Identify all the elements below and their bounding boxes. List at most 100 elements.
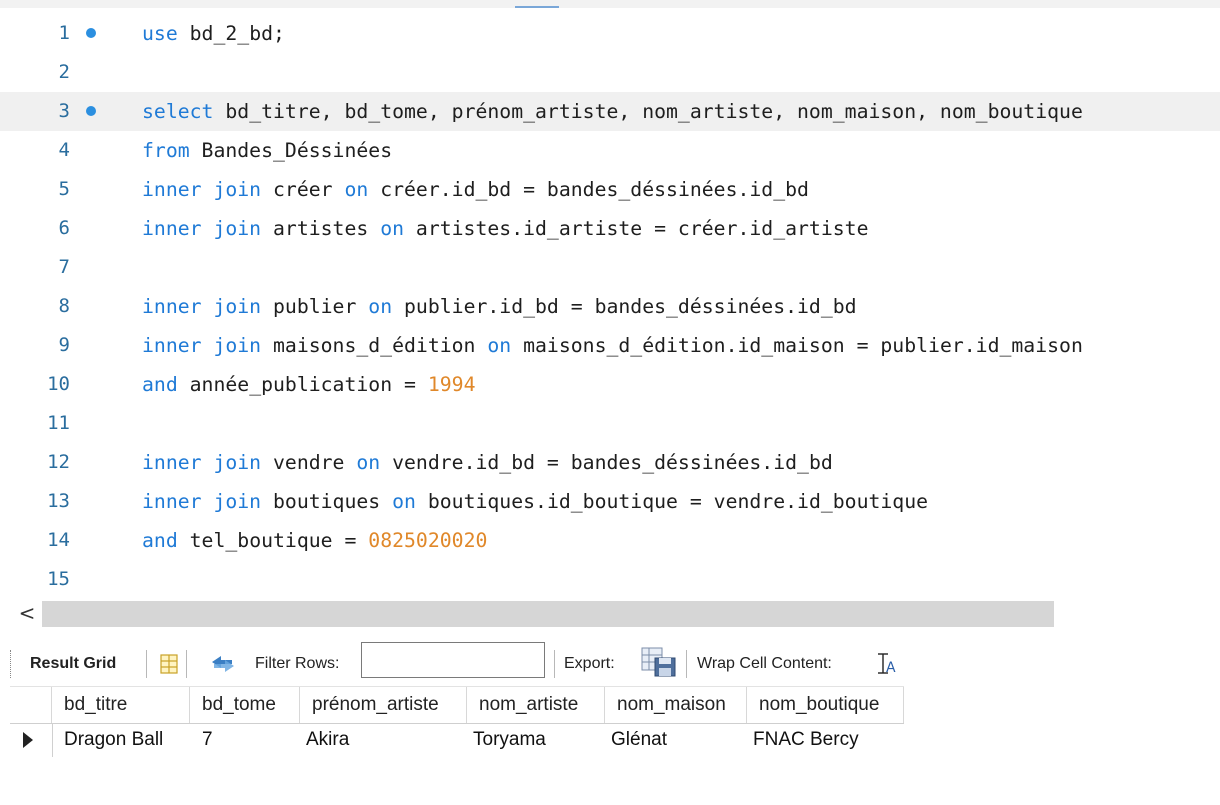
line-number: 14	[47, 529, 70, 551]
code-line[interactable]: 11	[0, 404, 1220, 443]
sql-keyword: and	[142, 529, 178, 552]
current-row-arrow-icon	[10, 723, 53, 757]
table-row[interactable]: Dragon Ball 7 Akira Toryama Glénat FNAC …	[10, 723, 904, 757]
code-line[interactable]: 10 and année_publication = 1994	[0, 365, 1220, 404]
sql-text: boutiques.id_boutique = vendre.id_boutiq…	[415, 490, 929, 513]
sql-text: bd_2_bd;	[177, 22, 285, 45]
grid-icon[interactable]	[160, 654, 178, 674]
code-line[interactable]: 2	[0, 53, 1220, 92]
scroll-thumb[interactable]	[42, 601, 1054, 627]
line-number: 3	[58, 100, 70, 122]
sql-text: boutiques	[261, 490, 393, 513]
sql-keyword: on	[344, 178, 369, 201]
code-line[interactable]: 1 use bd_2_bd;	[0, 14, 1220, 53]
wrap-cell-label: Wrap Cell Content:	[697, 655, 832, 672]
scroll-left-arrow[interactable]: <	[14, 600, 40, 628]
sql-text: bd_titre, bd_tome, prénom_artiste, nom_a…	[213, 100, 1083, 123]
svg-text:A: A	[886, 660, 896, 676]
code-line[interactable]: 15	[0, 560, 1220, 599]
sql-keyword: inner join	[142, 334, 262, 357]
wrap-text-icon[interactable]: A	[876, 652, 898, 676]
line-number: 13	[47, 490, 70, 512]
export-icon[interactable]	[641, 646, 677, 678]
table-cell[interactable]: 7	[196, 723, 300, 757]
sql-number: 1994	[427, 373, 476, 396]
line-number: 9	[58, 334, 70, 356]
line-number: 2	[58, 61, 70, 83]
code-line[interactable]: 6 inner join artistes on artistes.id_arti…	[0, 209, 1220, 248]
sql-keyword: and	[142, 373, 178, 396]
code-line[interactable]: 5 inner join créer on créer.id_bd = bande…	[0, 170, 1220, 209]
statement-marker-icon[interactable]	[86, 28, 96, 38]
code-text[interactable]: inner join vendre on vendre.id_bd = band…	[142, 443, 833, 482]
sql-keyword: from	[142, 139, 190, 162]
table-cell[interactable]: FNAC Bercy	[747, 723, 904, 757]
code-text[interactable]: inner join boutiques on boutiques.id_bou…	[142, 482, 928, 521]
result-toolbar: Result Grid Filter Rows: Export: Wrap Ce…	[10, 642, 1220, 686]
sql-keyword: on	[392, 490, 416, 513]
line-number: 8	[58, 295, 70, 317]
sql-keyword: inner join	[142, 490, 262, 513]
sql-text: artistes	[261, 217, 381, 240]
table-cell[interactable]: Dragon Ball	[58, 723, 190, 757]
editor-top-strip	[0, 0, 1220, 8]
sql-text: créer	[261, 178, 345, 201]
statement-marker-icon[interactable]	[86, 106, 96, 116]
code-text[interactable]: inner join maisons_d_édition on maisons_…	[142, 326, 1083, 365]
line-number: 4	[58, 139, 70, 161]
sql-text: Bandes_Déssinées	[189, 139, 393, 162]
sql-text: créer.id_bd = bandes_déssinées.id_bd	[368, 178, 809, 201]
table-cell[interactable]: Akira	[300, 723, 467, 757]
code-line[interactable]: 9 inner join maisons_d_édition on maisons…	[0, 326, 1220, 365]
line-number: 6	[58, 217, 70, 239]
sql-keyword: select	[142, 100, 214, 123]
sql-text: publier.id_bd = bandes_déssinées.id_bd	[392, 295, 857, 318]
sql-text: artistes.id_artiste = créer.id_artiste	[404, 217, 869, 240]
code-text[interactable]: inner join artistes on artistes.id_artis…	[142, 209, 868, 248]
export-label: Export:	[564, 655, 615, 672]
result-grid-label[interactable]: Result Grid	[30, 642, 116, 686]
line-number: 11	[47, 412, 70, 434]
column-header[interactable]: bd_tome	[190, 687, 300, 723]
toolbar-separator	[146, 650, 147, 678]
column-header[interactable]: nom_maison	[605, 687, 747, 723]
sql-text: publier	[261, 295, 369, 318]
code-text[interactable]: and année_publication = 1994	[142, 365, 475, 404]
code-line[interactable]: 14 and tel_boutique = 0825020020	[0, 521, 1220, 560]
tab-indicator	[515, 0, 559, 8]
code-text[interactable]: select bd_titre, bd_tome, prénom_artiste…	[142, 92, 1083, 131]
toolbar-grip	[10, 650, 13, 678]
code-line[interactable]: 8 inner join publier on publier.id_bd = b…	[0, 287, 1220, 326]
code-line[interactable]: 4 from Bandes_Déssinées	[0, 131, 1220, 170]
filter-rows-input[interactable]	[361, 642, 545, 678]
column-header[interactable]: nom_boutique	[747, 687, 904, 723]
code-line[interactable]: 3 select bd_titre, bd_tome, prénom_artist…	[0, 92, 1220, 131]
sql-text: vendre	[261, 451, 357, 474]
toolbar-separator	[186, 650, 187, 678]
code-text[interactable]: inner join publier on publier.id_bd = ba…	[142, 287, 857, 326]
sql-keyword: inner join	[142, 451, 262, 474]
code-line[interactable]: 7	[0, 248, 1220, 287]
toolbar-separator	[554, 650, 555, 678]
sql-keyword: inner join	[142, 178, 262, 201]
code-text[interactable]: and tel_boutique = 0825020020	[142, 521, 487, 560]
code-text[interactable]: inner join créer on créer.id_bd = bandes…	[142, 170, 809, 209]
horizontal-scrollbar[interactable]: <	[0, 600, 1220, 628]
line-number: 5	[58, 178, 70, 200]
sql-editor[interactable]: 1 use bd_2_bd; 2 3 select bd_titre, bd_tome,…	[0, 14, 1220, 600]
column-header[interactable]: bd_titre	[52, 687, 190, 723]
sql-keyword: on	[368, 295, 393, 318]
table-cell[interactable]: Toryama	[467, 723, 605, 757]
code-line[interactable]: 12 inner join vendre on vendre.id_bd = ba…	[0, 443, 1220, 482]
column-header[interactable]: nom_artiste	[467, 687, 605, 723]
code-text[interactable]: from Bandes_Déssinées	[142, 131, 392, 170]
code-line[interactable]: 13 inner join boutiques on boutiques.id_b…	[0, 482, 1220, 521]
toolbar-separator	[686, 650, 687, 678]
row-header-corner	[10, 687, 52, 723]
code-text[interactable]: use bd_2_bd;	[142, 14, 285, 53]
table-cell[interactable]: Glénat	[605, 723, 747, 757]
line-number: 12	[47, 451, 70, 473]
sql-text: maisons_d_édition.id_maison = publier.id…	[511, 334, 1083, 357]
column-header[interactable]: prénom_artiste	[300, 687, 467, 723]
refresh-icon[interactable]	[208, 653, 238, 675]
